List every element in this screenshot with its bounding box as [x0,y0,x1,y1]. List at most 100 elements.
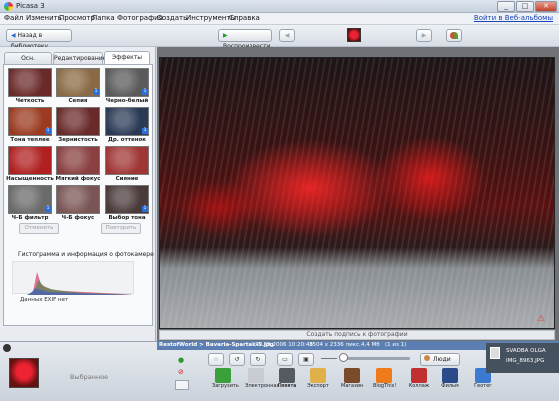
effect-1[interactable]: Четкость [8,68,52,106]
rotate-right-button[interactable]: ↻ [250,353,266,366]
play-icon: ▶ [223,32,228,39]
effect-3[interactable]: 1 Черно-белый [105,68,149,106]
upload-action-button[interactable]: Загрузить [212,368,239,390]
effect-badge: 1 [45,128,51,134]
redo-button[interactable]: Повторить [101,223,141,234]
photo-viewer: ⚠ Создать подпись к фотографии [157,47,559,341]
login-web-albums-link[interactable]: Войти в Веб-альбомы [474,14,553,22]
main-photo[interactable]: ⚠ [159,57,555,329]
printer-action-button[interactable]: Печать [276,368,298,390]
slideshow-button[interactable]: ▶ Воспроизвести [218,29,272,50]
zoom-minus-line [321,358,337,359]
menu-photo[interactable]: Фотография [117,14,163,22]
picasa-logo-icon [4,2,13,11]
next-photo-icon[interactable]: ▶ [416,29,432,42]
status-filesize: 4,4 Мб [361,342,380,348]
effect-badge: 1 [142,128,148,134]
clear-tray-icon[interactable]: ⊘ [178,368,184,376]
collage-icon [411,368,427,383]
effect-11[interactable]: Ч-Б фокус [56,185,100,223]
menu-folder[interactable]: Папка [92,14,115,22]
star-button[interactable]: ☆ [208,353,224,366]
user-photo-card[interactable]: SVADBA OLGA IMG_8963.JPG [486,343,559,373]
action-label: Экспорт [307,383,329,389]
caption-input[interactable]: Создать подпись к фотографии [159,330,555,340]
effect-thumbnail [56,107,100,136]
action-label: Электронная почта [245,383,297,389]
zoom-slider-handle[interactable] [339,353,348,362]
current-photo-thumbnail[interactable] [347,28,361,42]
selected-photo-thumbnail[interactable] [9,358,39,388]
movie-action-button[interactable]: Фильм [439,368,461,390]
effect-label: Тона теплее [10,137,50,143]
action-label: BlogThis! [373,383,397,389]
menu-view[interactable]: Просмотр [59,14,95,22]
hold-icon[interactable] [175,380,189,390]
effect-7[interactable]: Насыщенность [6,146,54,184]
effect-label: Др. оттенок [107,137,147,143]
tab-tuning[interactable]: Редактирование [53,52,106,64]
people-button[interactable]: Люди [420,353,460,366]
effect-thumbnail [105,146,149,175]
rotate-left-icon: ↺ [234,356,240,363]
effect-12[interactable]: 1 Выбор тона [105,185,149,223]
back-to-library-button[interactable]: ◀ Назад в библиотеку [6,29,72,50]
user-file-name: IMG_8963.JPG [506,358,545,364]
user-photo-icon [490,347,500,359]
menu-file[interactable]: Файл [4,14,23,22]
action-label: Коллаж [408,383,430,389]
effect-thumbnail [8,68,52,97]
fit-view-button[interactable]: ▭ [277,353,293,366]
tray-pin-icon[interactable] [3,344,11,352]
user-album-name: SVADBA OLGA [506,348,546,354]
collage-action-button[interactable]: Коллаж [408,368,430,390]
colorful-pin-icon [450,32,458,39]
actual-size-icon: ▣ [303,356,309,363]
action-label: Магазин [341,383,364,389]
folder-action-button[interactable]: Экспорт [307,368,329,390]
effect-8[interactable]: Мягкий фокус [55,146,101,184]
printer-icon [279,368,295,383]
menu-edit[interactable]: Изменить [26,14,62,22]
upload-icon [215,368,231,383]
fit-icon: ▭ [282,356,288,363]
back-arrow-icon: ◀ [11,32,16,39]
maximize-button[interactable]: □ [516,1,534,12]
action-label: Фильм [441,383,459,389]
effect-9[interactable]: Сияние [105,146,149,184]
action-label: Геотег [474,383,492,389]
minimize-button[interactable]: _ [497,1,515,12]
histogram-title: Гистограмма и информация о фотокамере [18,251,154,258]
rotate-left-button[interactable]: ↺ [229,353,245,366]
people-label: Люди [433,356,451,363]
effect-4[interactable]: 1 Тона теплее [8,107,52,145]
effect-label: Сепия [68,98,88,104]
prev-photo-icon[interactable]: ◀ [279,29,295,42]
close-button[interactable]: ✕ [535,1,557,12]
effect-5[interactable]: Зернистость [56,107,100,145]
effect-label: Зернистость [58,137,98,143]
menu-help[interactable]: Справка [229,14,260,22]
geotag-toolbar-button[interactable] [446,29,462,42]
blogger-action-button[interactable]: BlogThis! [373,368,397,390]
tab-basic-fixes[interactable]: Осн. операции [4,52,52,73]
shop-action-button[interactable]: Магазин [341,368,363,390]
email-action-button[interactable]: Электронная почта [245,368,297,390]
effect-badge: 1 [142,89,148,95]
effect-label: Выбор тона [108,215,146,221]
effect-10[interactable]: 1 Ч-Б фильтр [8,185,52,223]
effect-thumbnail [56,185,100,214]
tab-effects[interactable]: Эффекты [104,51,150,64]
effect-6[interactable]: 1 Др. оттенок [105,107,149,145]
undo-button[interactable]: Отменить [19,223,59,234]
actual-size-button[interactable]: ▣ [298,353,314,366]
effect-label: Ч-Б фильтр [11,215,49,221]
zoom-slider[interactable] [340,357,410,360]
effect-2[interactable]: 1 Сепия [56,68,100,106]
edit-panel: Осн. операции Редактирование Эффекты Чет… [0,47,156,341]
status-date: 30.09.2006 10:20:48 [255,342,313,348]
blogger-icon [376,368,392,383]
menu-create[interactable]: Создать [157,14,187,22]
add-to-tray-icon[interactable]: ● [178,356,184,364]
bottom-tray: Выбранное ● ⊘ ☆ ↺ ↻ ▭ ▣ Люди Загрузить Эл… [0,341,559,401]
